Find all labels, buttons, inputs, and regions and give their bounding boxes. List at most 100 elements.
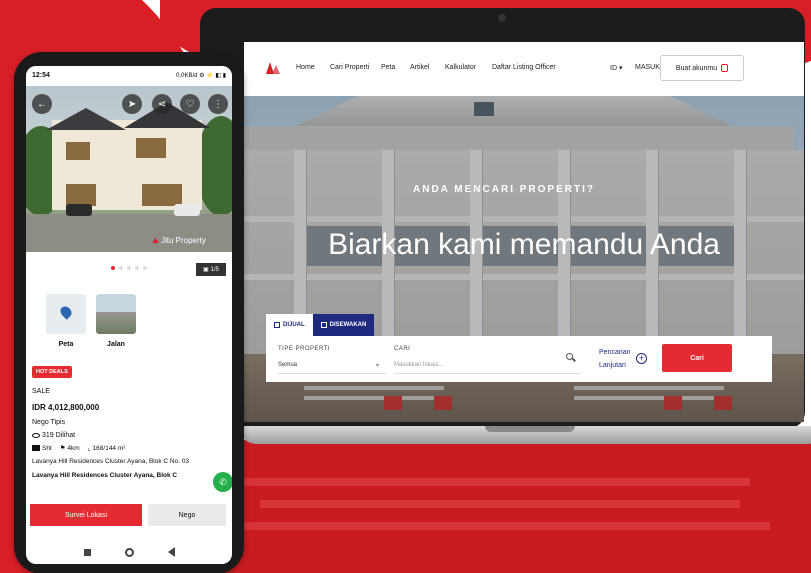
car-image xyxy=(66,204,92,216)
home-icon[interactable] xyxy=(124,547,134,557)
price-note: Nego Tipis xyxy=(32,419,66,426)
advanced-search-link[interactable]: Pencarian Lanjutan xyxy=(599,346,631,372)
property-type-label: TIPE PROPERTI xyxy=(278,346,331,352)
nav-link-cari-properti[interactable]: Cari Properti xyxy=(330,64,369,71)
share-icon[interactable]: ⋖ xyxy=(152,94,172,114)
photo-counter: ▣ 1/5 xyxy=(196,263,226,276)
map-thumbnail-label: Peta xyxy=(58,341,74,348)
background-stripe xyxy=(230,522,770,530)
language-selector[interactable]: ID ▾ xyxy=(610,64,622,72)
phone-mockup: 12:54 0,0KB/d ⚙ ⚡ ◧ ▮ ← ➤ ⋖ ♡ ⋮ ⛰ Jitu P… xyxy=(14,52,244,573)
spec-area-text: 168/144 m² xyxy=(92,445,126,452)
nav-link-kalkulator[interactable]: Kalkulator xyxy=(445,64,476,71)
watermark-text: Jitu Property xyxy=(160,236,206,245)
status-bar: 12:54 0,0KB/d ⚙ ⚡ ◧ ▮ xyxy=(26,66,232,86)
house-roof xyxy=(46,108,126,130)
create-account-button[interactable]: Buat akunmu xyxy=(660,55,744,81)
area-icon: ⌞ xyxy=(87,445,91,452)
search-query-label: CARI xyxy=(394,346,411,352)
street-view-thumbnail[interactable] xyxy=(96,294,136,334)
laptop-base xyxy=(240,426,811,444)
advanced-search-label-1: Pencarian xyxy=(599,349,631,356)
hero-title: Biarkan kami memandu Anda xyxy=(328,228,720,261)
listing-type: SALE xyxy=(32,388,50,395)
carousel-dot[interactable] xyxy=(119,266,123,270)
hot-deals-badge: HOT DEALS xyxy=(32,366,72,378)
jitu-logo-icon[interactable] xyxy=(266,62,280,74)
listing-price: IDR 4,012,800,000 xyxy=(32,403,100,412)
back-triangle-icon[interactable] xyxy=(167,547,175,557)
nav-link-home[interactable]: Home xyxy=(296,64,315,71)
tab-disewakan[interactable]: DISEWAKAN xyxy=(312,314,375,336)
street-thumbnail-label: Jalan xyxy=(107,341,125,348)
search-input[interactable]: Masukkan lokasi... xyxy=(394,362,443,368)
nav-link-daftar-listing-officer[interactable]: Daftar Listing Officer xyxy=(492,64,556,71)
map-pin-icon xyxy=(58,304,74,320)
heart-icon[interactable]: ♡ xyxy=(180,94,200,114)
phone-screen: 12:54 0,0KB/d ⚙ ⚡ ◧ ▮ ← ➤ ⋖ ♡ ⋮ ⛰ Jitu P… xyxy=(26,66,232,564)
advanced-search-label-2: Lanjutan xyxy=(599,362,626,369)
house-window xyxy=(136,138,166,158)
building-icon xyxy=(274,322,280,328)
back-icon[interactable]: ← xyxy=(32,94,52,114)
map-thumbnail[interactable] xyxy=(46,294,86,334)
whatsapp-icon[interactable]: ✆ xyxy=(213,472,232,492)
house-window xyxy=(66,142,90,160)
flag-icon: ⚑ xyxy=(59,445,66,452)
navigate-icon[interactable]: ➤ xyxy=(122,94,142,114)
status-indicators: 0,0KB/d ⚙ ⚡ ◧ ▮ xyxy=(176,73,226,79)
search-tabs: DIJUAL DISEWAKAN xyxy=(266,314,375,336)
background-stripe xyxy=(260,500,740,508)
more-options-icon[interactable]: ⋮ xyxy=(208,94,228,114)
status-time: 12:54 xyxy=(32,72,50,79)
nav-link-peta[interactable]: Peta xyxy=(381,64,395,71)
view-count: 319 Dilihat xyxy=(32,432,75,439)
shopping-bag-icon xyxy=(721,64,729,72)
carousel-dot[interactable] xyxy=(143,266,147,270)
search-icon[interactable] xyxy=(566,353,576,362)
background-stripe xyxy=(230,478,750,486)
car-image xyxy=(174,204,200,216)
survey-location-button[interactable]: Survei Lokasi xyxy=(30,504,142,526)
site-header: Home Cari Properti Peta Artikel Kalkulat… xyxy=(244,42,804,96)
search-input-underline xyxy=(394,373,580,374)
spec-distance: ⚑ 4km xyxy=(60,444,80,452)
carousel-dot[interactable] xyxy=(111,266,115,270)
nav-link-artikel[interactable]: Artikel xyxy=(410,64,429,71)
tab-disewakan-label: DISEWAKAN xyxy=(329,322,367,328)
property-photo[interactable]: ← ➤ ⋖ ♡ ⋮ ⛰ Jitu Property xyxy=(26,86,232,252)
laptop-mockup: Home Cari Properti Peta Artikel Kalkulat… xyxy=(200,8,811,444)
search-submit-button[interactable]: Cari xyxy=(662,344,732,372)
spec-row: Sht ⚑ 4km ⌞ 168/144 m² xyxy=(32,444,125,452)
plus-circle-icon[interactable]: + xyxy=(636,353,647,364)
carousel-dot[interactable] xyxy=(135,266,139,270)
nego-button[interactable]: Nego xyxy=(148,504,226,526)
jitu-logo-icon: ⛰ xyxy=(152,236,159,245)
spec-area: ⌞ 168/144 m² xyxy=(88,444,126,452)
spec-certificate: Sht xyxy=(32,445,52,452)
create-account-label: Buat akunmu xyxy=(675,64,718,72)
website-screen: Home Cari Properti Peta Artikel Kalkulat… xyxy=(244,42,804,422)
laptop-notch xyxy=(485,426,575,432)
house-window xyxy=(142,184,182,206)
driveway xyxy=(26,214,232,252)
listing-title: Lavanya Hill Residences Cluster Ayana, B… xyxy=(32,472,178,479)
android-nav-bar xyxy=(26,540,232,564)
view-count-text: 319 Dilihat xyxy=(42,432,76,439)
tab-dijual-label: DIJUAL xyxy=(283,322,305,328)
spec-certificate-text: Sht xyxy=(42,444,52,452)
image-icon: ▣ xyxy=(202,267,209,273)
property-type-select[interactable]: Semua xyxy=(278,362,297,368)
recent-apps-icon[interactable] xyxy=(83,548,91,556)
camera-icon xyxy=(498,14,506,22)
house-window xyxy=(66,184,96,206)
property-type-underline xyxy=(278,373,386,374)
photo-counter-text: 1/5 xyxy=(210,266,219,273)
login-link[interactable]: MASUK xyxy=(635,64,660,71)
chevron-down-icon[interactable]: ▾ xyxy=(376,362,379,369)
hero-subtitle: ANDA MENCARI PROPERTI? xyxy=(413,184,595,195)
bed-icon xyxy=(32,444,40,451)
carousel-dot[interactable] xyxy=(127,266,131,270)
search-panel: TIPE PROPERTI Semua ▾ CARI Masukkan loka… xyxy=(266,336,772,382)
tab-dijual[interactable]: DIJUAL xyxy=(266,314,313,336)
